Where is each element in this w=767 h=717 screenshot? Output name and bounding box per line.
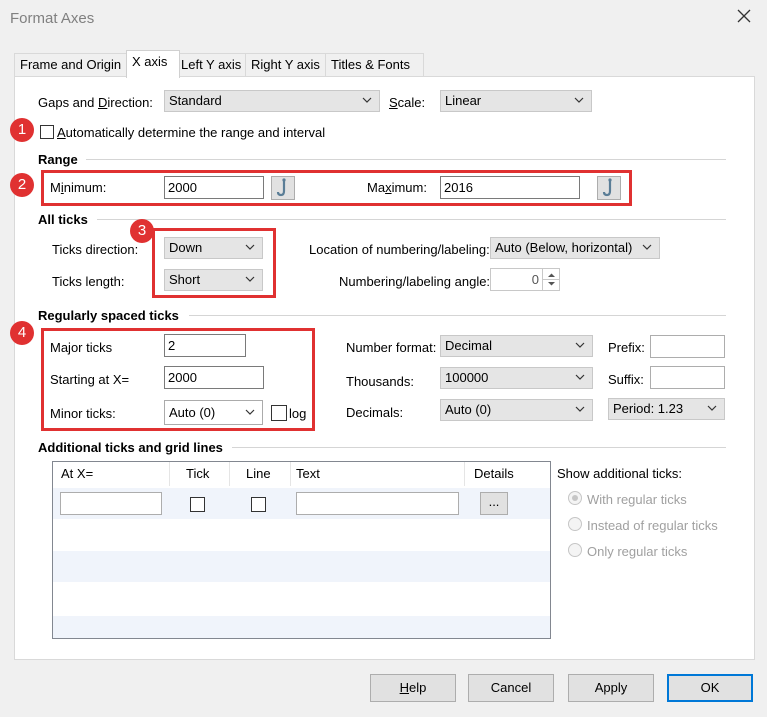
table-row (53, 616, 550, 638)
gaps-direction-select[interactable]: Standard (164, 90, 380, 112)
thousands-label: Thousands: (346, 374, 414, 389)
scale-value: Linear (445, 93, 482, 108)
spin-arrows-icon (543, 273, 560, 286)
period-select[interactable]: Period: 1.23 (608, 398, 725, 420)
decimals-label: Decimals: (346, 405, 404, 420)
highlight-box-range (41, 170, 632, 206)
radio-instead-of-regular-label: Instead of regular ticks (587, 518, 718, 533)
thousands-value: 100000 (445, 370, 489, 385)
gaps-direction-label: Gaps and Direction: (38, 95, 153, 110)
column-separator (229, 462, 230, 486)
ticks-direction-label: Ticks direction: (52, 242, 139, 257)
column-header-text: Text (296, 466, 320, 481)
tab-right-y-axis[interactable]: Right Y axis (245, 53, 327, 76)
angle-spinner[interactable]: 0 (490, 268, 560, 291)
chevron-down-icon (362, 97, 372, 103)
decimals-select[interactable]: Auto (0) (440, 399, 593, 421)
all-ticks-divider (97, 219, 726, 220)
radio-instead-of-regular[interactable] (568, 517, 582, 531)
tab-label: Left Y axis (181, 57, 242, 72)
column-header-tick: Tick (186, 466, 210, 481)
prefix-input[interactable] (650, 335, 725, 358)
show-additional-label: Show additional ticks: (557, 466, 683, 481)
highlight-box-regular (41, 328, 315, 431)
additional-ticks-divider (232, 447, 726, 448)
location-value: Auto (Below, horizontal) (495, 240, 633, 255)
regular-ticks-heading: Regularly spaced ticks (38, 308, 179, 323)
number-format-select[interactable]: Decimal (440, 335, 593, 357)
chevron-down-icon (575, 342, 585, 348)
column-separator (290, 462, 291, 486)
prefix-label: Prefix: (608, 340, 645, 355)
radio-only-regular-label: Only regular ticks (587, 544, 688, 559)
radio-with-regular[interactable] (568, 491, 582, 505)
tab-frame-and-origin[interactable]: Frame and Origin (14, 53, 130, 76)
window-title: Format Axes (10, 10, 95, 27)
chevron-down-icon (575, 374, 585, 380)
badge-4: 4 (10, 321, 34, 345)
scale-label: Scale: (389, 95, 426, 110)
highlight-box-ticks (152, 228, 276, 298)
ticks-length-label: Ticks length: (52, 274, 125, 289)
badge-1: 1 (10, 118, 34, 142)
tab-label: Right Y axis (251, 57, 320, 72)
tab-label: X axis (132, 54, 168, 69)
cancel-button[interactable]: Cancel (468, 674, 554, 702)
suffix-label: Suffix: (608, 372, 644, 387)
details-button[interactable]: ... (480, 492, 508, 515)
chevron-down-icon (642, 244, 652, 250)
ok-button[interactable]: OK (667, 674, 753, 702)
column-separator (169, 462, 170, 486)
regular-ticks-divider (189, 315, 726, 316)
thousands-select[interactable]: 100000 (440, 367, 593, 389)
location-label: Location of numbering/labeling: (309, 242, 490, 257)
angle-label: Numbering/labeling angle: (339, 274, 491, 289)
tick-checkbox[interactable] (190, 497, 205, 512)
at-x-input[interactable] (60, 492, 162, 515)
number-format-value: Decimal (445, 338, 492, 353)
gaps-direction-value: Standard (169, 93, 222, 108)
column-header-line: Line (246, 466, 271, 481)
scale-select[interactable]: Linear (440, 90, 592, 112)
column-header-details: Details (474, 466, 514, 481)
decimals-value: Auto (0) (445, 402, 492, 417)
tab-label: Frame and Origin (20, 57, 122, 72)
chevron-down-icon (707, 405, 717, 411)
badge-3: 3 (130, 219, 154, 243)
all-ticks-heading: All ticks (38, 212, 88, 227)
tab-titles-fonts[interactable]: Titles & Fonts (325, 53, 424, 76)
suffix-input[interactable] (650, 366, 725, 389)
help-button[interactable]: Help (370, 674, 456, 702)
spin-buttons[interactable] (542, 269, 560, 290)
table-row (53, 551, 550, 582)
apply-button[interactable]: Apply (568, 674, 654, 702)
number-format-label: Number format: (346, 340, 437, 355)
chevron-down-icon (575, 406, 585, 412)
column-separator (464, 462, 465, 486)
close-icon[interactable] (736, 8, 754, 26)
range-divider (86, 159, 726, 160)
line-checkbox[interactable] (251, 497, 266, 512)
tab-left-y-axis[interactable]: Left Y axis (175, 53, 250, 76)
tab-label: Titles & Fonts (331, 57, 410, 72)
additional-ticks-heading: Additional ticks and grid lines (38, 440, 223, 455)
auto-range-checkbox[interactable] (40, 125, 54, 139)
chevron-down-icon (574, 97, 584, 103)
text-input[interactable] (296, 492, 459, 515)
location-select[interactable]: Auto (Below, horizontal) (490, 237, 660, 259)
angle-value: 0 (531, 272, 539, 287)
column-header-at-x: At X= (61, 466, 94, 481)
tab-x-axis[interactable]: X axis (126, 50, 180, 78)
period-value: Period: 1.23 (613, 401, 684, 416)
radio-only-regular[interactable] (568, 543, 582, 557)
badge-2: 2 (10, 173, 34, 197)
additional-ticks-grid: At X= Tick Line Text Details ... (52, 461, 551, 639)
radio-with-regular-label: With regular ticks (587, 492, 687, 507)
auto-range-label: Automatically determine the range and in… (57, 125, 326, 140)
range-heading: Range (38, 152, 78, 167)
